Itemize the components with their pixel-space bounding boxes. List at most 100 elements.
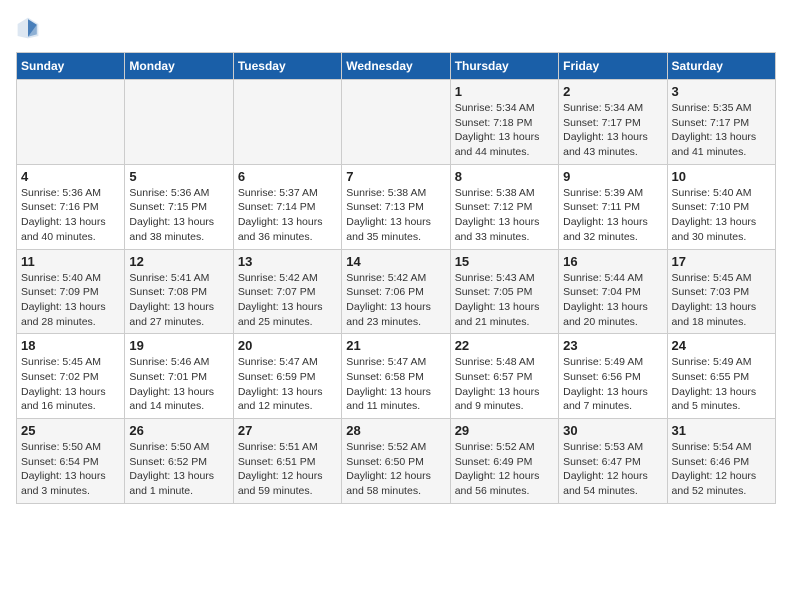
cell-day-number: 1 — [455, 84, 554, 99]
calendar-body: 1 Sunrise: 5:34 AM Sunset: 7:18 PM Daylig… — [17, 80, 776, 504]
calendar-cell: 21 Sunrise: 5:47 AM Sunset: 6:58 PM Dayli… — [342, 334, 450, 419]
calendar-cell: 4 Sunrise: 5:36 AM Sunset: 7:16 PM Daylig… — [17, 164, 125, 249]
calendar-cell: 16 Sunrise: 5:44 AM Sunset: 7:04 PM Dayli… — [559, 249, 667, 334]
calendar-cell: 19Sunrise: 5:46 AM Sunset: 7:01 PM Dayli… — [125, 334, 233, 419]
calendar-cell: 23 Sunrise: 5:49 AM Sunset: 6:56 PM Dayli… — [559, 334, 667, 419]
calendar-week-1: 1 Sunrise: 5:34 AM Sunset: 7:18 PM Daylig… — [17, 80, 776, 165]
cell-info-text: Sunrise: 5:50 AM Sunset: 6:54 PM Dayligh… — [21, 440, 120, 499]
calendar-cell: 1 Sunrise: 5:34 AM Sunset: 7:18 PM Daylig… — [450, 80, 558, 165]
calendar-cell: 30 Sunrise: 5:53 AM Sunset: 6:47 PM Dayli… — [559, 419, 667, 504]
calendar-cell: 5 Sunrise: 5:36 AM Sunset: 7:15 PM Daylig… — [125, 164, 233, 249]
cell-info-text: Sunrise: 5:42 AM Sunset: 7:07 PM Dayligh… — [238, 271, 337, 330]
calendar-week-4: 18 Sunrise: 5:45 AM Sunset: 7:02 PM Dayli… — [17, 334, 776, 419]
cell-info-text: Sunrise: 5:42 AM Sunset: 7:06 PM Dayligh… — [346, 271, 445, 330]
calendar-cell: 8Sunrise: 5:38 AM Sunset: 7:12 PM Daylig… — [450, 164, 558, 249]
calendar-cell: 22Sunrise: 5:48 AM Sunset: 6:57 PM Dayli… — [450, 334, 558, 419]
cell-day-number: 2 — [563, 84, 662, 99]
weekday-header-thursday: Thursday — [450, 53, 558, 80]
calendar-cell: 11 Sunrise: 5:40 AM Sunset: 7:09 PM Dayli… — [17, 249, 125, 334]
cell-info-text: Sunrise: 5:38 AM Sunset: 7:12 PM Dayligh… — [455, 186, 554, 245]
cell-day-number: 10 — [672, 169, 771, 184]
cell-day-number: 21 — [346, 338, 445, 353]
cell-day-number: 14 — [346, 254, 445, 269]
cell-day-number: 20 — [238, 338, 337, 353]
calendar-header: SundayMondayTuesdayWednesdayThursdayFrid… — [17, 53, 776, 80]
cell-info-text: Sunrise: 5:45 AM Sunset: 7:02 PM Dayligh… — [21, 355, 120, 414]
cell-info-text: Sunrise: 5:37 AM Sunset: 7:14 PM Dayligh… — [238, 186, 337, 245]
cell-info-text: Sunrise: 5:46 AM Sunset: 7:01 PM Dayligh… — [129, 355, 228, 414]
cell-info-text: Sunrise: 5:53 AM Sunset: 6:47 PM Dayligh… — [563, 440, 662, 499]
calendar-cell — [233, 80, 341, 165]
cell-day-number: 30 — [563, 423, 662, 438]
cell-info-text: Sunrise: 5:38 AM Sunset: 7:13 PM Dayligh… — [346, 186, 445, 245]
cell-info-text: Sunrise: 5:36 AM Sunset: 7:15 PM Dayligh… — [129, 186, 228, 245]
cell-day-number: 18 — [21, 338, 120, 353]
calendar-cell: 14 Sunrise: 5:42 AM Sunset: 7:06 PM Dayli… — [342, 249, 450, 334]
cell-day-number: 25 — [21, 423, 120, 438]
calendar-cell: 7 Sunrise: 5:38 AM Sunset: 7:13 PM Daylig… — [342, 164, 450, 249]
cell-day-number: 13 — [238, 254, 337, 269]
weekday-header-wednesday: Wednesday — [342, 53, 450, 80]
weekday-header-sunday: Sunday — [17, 53, 125, 80]
cell-day-number: 11 — [21, 254, 120, 269]
calendar-cell: 10 Sunrise: 5:40 AM Sunset: 7:10 PM Dayli… — [667, 164, 775, 249]
weekday-row: SundayMondayTuesdayWednesdayThursdayFrid… — [17, 53, 776, 80]
calendar-cell: 27 Sunrise: 5:51 AM Sunset: 6:51 PM Dayli… — [233, 419, 341, 504]
cell-info-text: Sunrise: 5:49 AM Sunset: 6:56 PM Dayligh… — [563, 355, 662, 414]
cell-info-text: Sunrise: 5:48 AM Sunset: 6:57 PM Dayligh… — [455, 355, 554, 414]
calendar-cell: 26Sunrise: 5:50 AM Sunset: 6:52 PM Dayli… — [125, 419, 233, 504]
cell-info-text: Sunrise: 5:52 AM Sunset: 6:49 PM Dayligh… — [455, 440, 554, 499]
calendar-cell: 2Sunrise: 5:34 AM Sunset: 7:17 PM Daylig… — [559, 80, 667, 165]
cell-day-number: 29 — [455, 423, 554, 438]
cell-info-text: Sunrise: 5:43 AM Sunset: 7:05 PM Dayligh… — [455, 271, 554, 330]
cell-info-text: Sunrise: 5:40 AM Sunset: 7:10 PM Dayligh… — [672, 186, 771, 245]
cell-day-number: 7 — [346, 169, 445, 184]
cell-info-text: Sunrise: 5:34 AM Sunset: 7:18 PM Dayligh… — [455, 101, 554, 160]
calendar-cell — [125, 80, 233, 165]
cell-info-text: Sunrise: 5:44 AM Sunset: 7:04 PM Dayligh… — [563, 271, 662, 330]
calendar-cell — [342, 80, 450, 165]
cell-day-number: 27 — [238, 423, 337, 438]
calendar-cell: 9 Sunrise: 5:39 AM Sunset: 7:11 PM Daylig… — [559, 164, 667, 249]
cell-info-text: Sunrise: 5:47 AM Sunset: 6:58 PM Dayligh… — [346, 355, 445, 414]
weekday-header-saturday: Saturday — [667, 53, 775, 80]
calendar-cell: 24 Sunrise: 5:49 AM Sunset: 6:55 PM Dayli… — [667, 334, 775, 419]
cell-day-number: 17 — [672, 254, 771, 269]
cell-info-text: Sunrise: 5:35 AM Sunset: 7:17 PM Dayligh… — [672, 101, 771, 160]
cell-day-number: 6 — [238, 169, 337, 184]
cell-day-number: 5 — [129, 169, 228, 184]
cell-info-text: Sunrise: 5:54 AM Sunset: 6:46 PM Dayligh… — [672, 440, 771, 499]
calendar-cell: 15Sunrise: 5:43 AM Sunset: 7:05 PM Dayli… — [450, 249, 558, 334]
cell-info-text: Sunrise: 5:52 AM Sunset: 6:50 PM Dayligh… — [346, 440, 445, 499]
calendar-cell: 31 Sunrise: 5:54 AM Sunset: 6:46 PM Dayli… — [667, 419, 775, 504]
calendar-cell: 12Sunrise: 5:41 AM Sunset: 7:08 PM Dayli… — [125, 249, 233, 334]
cell-info-text: Sunrise: 5:41 AM Sunset: 7:08 PM Dayligh… — [129, 271, 228, 330]
page-header — [16, 16, 776, 40]
cell-info-text: Sunrise: 5:36 AM Sunset: 7:16 PM Dayligh… — [21, 186, 120, 245]
cell-info-text: Sunrise: 5:51 AM Sunset: 6:51 PM Dayligh… — [238, 440, 337, 499]
calendar-week-2: 4 Sunrise: 5:36 AM Sunset: 7:16 PM Daylig… — [17, 164, 776, 249]
cell-day-number: 4 — [21, 169, 120, 184]
cell-info-text: Sunrise: 5:39 AM Sunset: 7:11 PM Dayligh… — [563, 186, 662, 245]
weekday-header-monday: Monday — [125, 53, 233, 80]
cell-info-text: Sunrise: 5:47 AM Sunset: 6:59 PM Dayligh… — [238, 355, 337, 414]
calendar-cell — [17, 80, 125, 165]
calendar-cell: 17Sunrise: 5:45 AM Sunset: 7:03 PM Dayli… — [667, 249, 775, 334]
weekday-header-tuesday: Tuesday — [233, 53, 341, 80]
calendar-week-3: 11 Sunrise: 5:40 AM Sunset: 7:09 PM Dayli… — [17, 249, 776, 334]
cell-day-number: 31 — [672, 423, 771, 438]
cell-info-text: Sunrise: 5:40 AM Sunset: 7:09 PM Dayligh… — [21, 271, 120, 330]
cell-day-number: 24 — [672, 338, 771, 353]
calendar-week-5: 25 Sunrise: 5:50 AM Sunset: 6:54 PM Dayli… — [17, 419, 776, 504]
calendar-table: SundayMondayTuesdayWednesdayThursdayFrid… — [16, 52, 776, 504]
cell-day-number: 16 — [563, 254, 662, 269]
cell-info-text: Sunrise: 5:49 AM Sunset: 6:55 PM Dayligh… — [672, 355, 771, 414]
logo-icon — [16, 16, 40, 40]
calendar-cell: 13 Sunrise: 5:42 AM Sunset: 7:07 PM Dayli… — [233, 249, 341, 334]
calendar-cell: 3 Sunrise: 5:35 AM Sunset: 7:17 PM Daylig… — [667, 80, 775, 165]
cell-day-number: 9 — [563, 169, 662, 184]
cell-day-number: 3 — [672, 84, 771, 99]
cell-day-number: 28 — [346, 423, 445, 438]
cell-day-number: 23 — [563, 338, 662, 353]
cell-info-text: Sunrise: 5:50 AM Sunset: 6:52 PM Dayligh… — [129, 440, 228, 499]
